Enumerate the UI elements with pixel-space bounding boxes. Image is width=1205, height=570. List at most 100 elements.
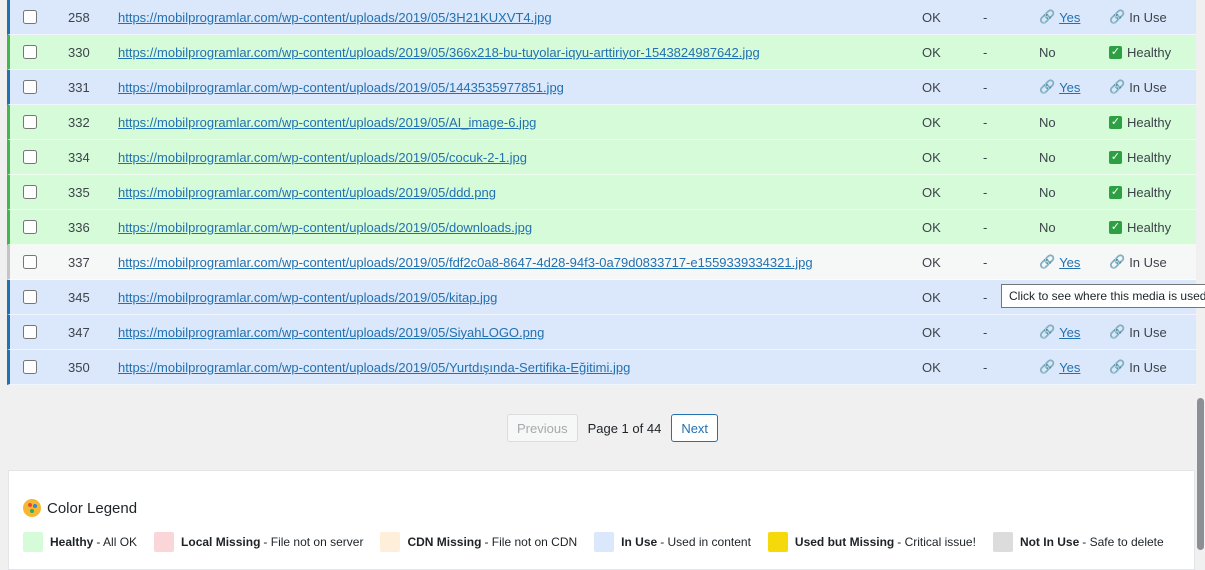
link-icon: 🔗: [1109, 79, 1126, 94]
health-label: Healthy: [1127, 114, 1172, 130]
local-status: OK: [922, 114, 941, 130]
media-url-link[interactable]: https://mobilprogramlar.com/wp-content/u…: [118, 220, 532, 235]
health-label: In Use: [1129, 359, 1167, 375]
previous-button[interactable]: Previous: [507, 414, 578, 442]
legend-item: Local Missing - File not on server: [154, 532, 363, 552]
table-row: 334 https://mobilprogramlar.com/wp-conte…: [7, 140, 1196, 175]
legend-item: Not In Use - Safe to delete: [992, 532, 1164, 552]
check-icon: ✓: [1109, 220, 1122, 234]
media-url-link[interactable]: https://mobilprogramlar.com/wp-content/u…: [118, 45, 760, 60]
cdn-status: -: [983, 114, 988, 130]
used-value: No: [1039, 149, 1056, 165]
used-value: No: [1039, 184, 1056, 200]
used-value: No: [1039, 44, 1056, 60]
media-url-link[interactable]: https://mobilprogramlar.com/wp-content/u…: [118, 80, 564, 95]
media-url-link[interactable]: https://mobilprogramlar.com/wp-content/u…: [118, 150, 527, 165]
link-icon: 🔗: [1039, 79, 1056, 94]
page-info: Page 1 of 44: [587, 420, 662, 436]
table-row: 336 https://mobilprogramlar.com/wp-conte…: [7, 210, 1196, 245]
cdn-status: -: [983, 44, 988, 60]
used-link[interactable]: Yes: [1059, 325, 1080, 340]
check-icon: ✓: [1109, 185, 1122, 199]
table-row: 335 https://mobilprogramlar.com/wp-conte…: [7, 175, 1196, 210]
row-id: 336: [68, 219, 90, 235]
legend-item: CDN Missing - File not on CDN: [380, 532, 577, 552]
row-id: 332: [68, 114, 90, 130]
health-label: Healthy: [1127, 149, 1172, 165]
table-row: 330 https://mobilprogramlar.com/wp-conte…: [7, 35, 1196, 70]
legend-item-desc: - File not on CDN: [484, 535, 578, 549]
row-checkbox[interactable]: [23, 325, 37, 339]
table-row: 332 https://mobilprogramlar.com/wp-conte…: [7, 105, 1196, 140]
health-label: Healthy: [1127, 44, 1172, 60]
scrollbar-thumb[interactable]: [1197, 398, 1204, 550]
link-icon: 🔗: [1109, 324, 1126, 339]
check-icon: ✓: [1109, 150, 1122, 164]
media-url-link[interactable]: https://mobilprogramlar.com/wp-content/u…: [118, 115, 536, 130]
link-icon: 🔗: [1039, 254, 1056, 269]
link-icon: 🔗: [1109, 359, 1126, 374]
media-url-link[interactable]: https://mobilprogramlar.com/wp-content/u…: [118, 290, 497, 305]
row-checkbox[interactable]: [23, 115, 37, 129]
link-icon: 🔗: [1039, 324, 1056, 339]
cdn-status: -: [983, 149, 988, 165]
check-icon: ✓: [1109, 45, 1122, 59]
legend-item-name: Not In Use: [1019, 535, 1080, 549]
tooltip: Click to see where this media is used: [1001, 284, 1205, 308]
local-status: OK: [922, 9, 941, 25]
row-checkbox[interactable]: [23, 220, 37, 234]
legend-swatch: [380, 532, 401, 552]
next-button[interactable]: Next: [671, 414, 719, 442]
local-status: OK: [922, 44, 941, 60]
legend-title-text: Color Legend: [47, 499, 138, 517]
scrollbar[interactable]: [1196, 0, 1205, 554]
used-value: No: [1039, 114, 1056, 130]
pagination: Previous Page 1 of 44 Next: [507, 414, 719, 442]
local-status: OK: [922, 149, 941, 165]
link-icon: 🔗: [1039, 359, 1056, 374]
cdn-status: -: [983, 324, 988, 340]
row-id: 330: [68, 44, 90, 60]
row-checkbox[interactable]: [23, 80, 37, 94]
media-url-link[interactable]: https://mobilprogramlar.com/wp-content/u…: [118, 360, 630, 375]
cdn-status: -: [983, 359, 988, 375]
row-checkbox[interactable]: [23, 150, 37, 164]
row-checkbox[interactable]: [23, 185, 37, 199]
used-link[interactable]: Yes: [1059, 80, 1080, 95]
row-id: 258: [68, 9, 90, 25]
row-checkbox[interactable]: [23, 290, 37, 304]
used-link[interactable]: Yes: [1059, 10, 1080, 25]
media-url-link[interactable]: https://mobilprogramlar.com/wp-content/u…: [118, 325, 544, 340]
local-status: OK: [922, 79, 941, 95]
legend-item-desc: - Critical issue!: [897, 535, 976, 549]
used-link[interactable]: Yes: [1059, 255, 1080, 270]
table-row: 331 https://mobilprogramlar.com/wp-conte…: [7, 70, 1196, 105]
table-row: 347 https://mobilprogramlar.com/wp-conte…: [7, 315, 1196, 350]
legend-swatch: [154, 532, 175, 552]
health-label: In Use: [1129, 324, 1167, 340]
row-checkbox[interactable]: [23, 10, 37, 24]
legend-swatch: [23, 532, 43, 552]
local-status: OK: [922, 324, 941, 340]
media-url-link[interactable]: https://mobilprogramlar.com/wp-content/u…: [118, 255, 813, 270]
used-link[interactable]: Yes: [1059, 360, 1080, 375]
legend-item-name: Local Missing: [181, 535, 261, 549]
legend-item-name: Healthy: [50, 535, 94, 549]
link-icon: 🔗: [1109, 9, 1126, 24]
palette-icon: [23, 499, 41, 517]
legend-swatch: [594, 532, 615, 552]
legend-item-desc: - Safe to delete: [1082, 535, 1164, 549]
media-url-link[interactable]: https://mobilprogramlar.com/wp-content/u…: [118, 185, 496, 200]
legend-item-name: In Use: [621, 535, 658, 549]
table-row: 350 https://mobilprogramlar.com/wp-conte…: [7, 350, 1196, 385]
check-icon: ✓: [1109, 115, 1122, 129]
row-id: 350: [68, 359, 90, 375]
health-label: In Use: [1129, 9, 1167, 25]
local-status: OK: [922, 184, 941, 200]
row-checkbox[interactable]: [23, 45, 37, 59]
media-url-link[interactable]: https://mobilprogramlar.com/wp-content/u…: [118, 10, 552, 25]
row-checkbox[interactable]: [23, 360, 37, 374]
row-checkbox[interactable]: [23, 255, 37, 269]
cdn-status: -: [983, 219, 988, 235]
legend-swatch: [767, 532, 788, 552]
